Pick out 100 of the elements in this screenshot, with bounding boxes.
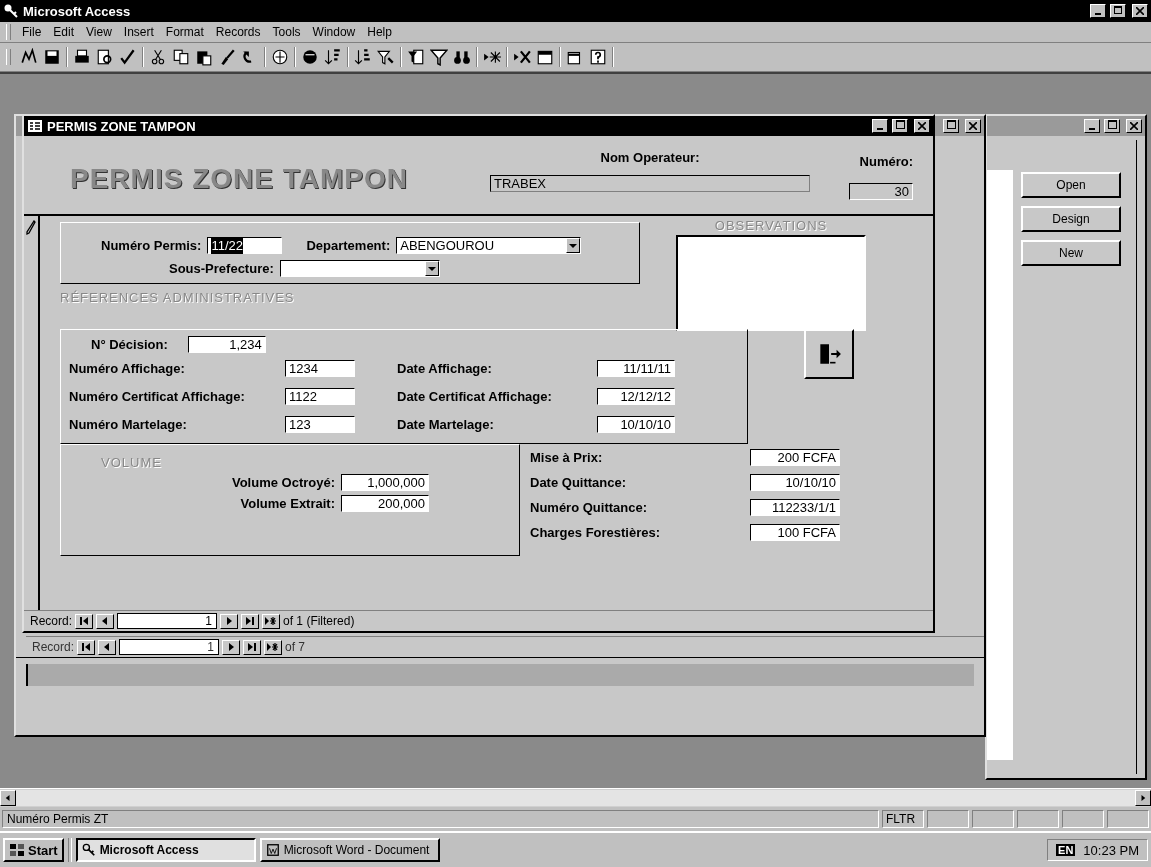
record-number-field[interactable]: 1 <box>119 639 220 655</box>
status-panel <box>1017 810 1059 828</box>
window-title: Microsoft Access <box>23 3 131 19</box>
filter-by-form-icon[interactable] <box>407 48 425 66</box>
text-field[interactable]: 1234 <box>285 359 355 377</box>
last-record-button[interactable] <box>243 639 262 655</box>
spelling-icon[interactable] <box>119 48 137 66</box>
copy-icon[interactable] <box>172 48 190 66</box>
next-record-button[interactable] <box>220 613 239 629</box>
menu-item[interactable]: Insert <box>118 24 159 40</box>
save-icon[interactable] <box>43 48 61 66</box>
menu-item[interactable]: File <box>17 24 47 40</box>
menu-item[interactable]: Format <box>160 24 209 40</box>
number-field[interactable]: 30 <box>849 183 913 200</box>
form-heading: PERMIS ZONE TAMPON <box>70 163 409 195</box>
date-field[interactable]: 10/10/10 <box>597 415 675 433</box>
command-button[interactable]: New <box>1021 240 1121 266</box>
print-icon[interactable] <box>73 48 91 66</box>
new-record-button[interactable] <box>264 639 283 655</box>
new-record-icon[interactable] <box>483 48 501 66</box>
date-field[interactable]: 11/11/11 <box>597 359 675 377</box>
section-title: VOLUME <box>101 455 163 470</box>
key-icon <box>81 843 96 857</box>
paste-icon[interactable] <box>195 48 213 66</box>
close-button[interactable] <box>1132 4 1148 18</box>
previous-record-icon <box>101 617 110 625</box>
field-label: Volume Extrait: <box>240 496 335 511</box>
close-icon <box>969 122 977 130</box>
restore-button[interactable] <box>1110 4 1126 18</box>
record-number-field[interactable]: 1 <box>117 613 218 629</box>
sub-prefecture-dropdown[interactable] <box>279 260 440 277</box>
scroll-left-button[interactable] <box>0 790 16 806</box>
status-panel <box>1107 810 1149 828</box>
funnel-icon[interactable] <box>430 48 448 66</box>
print-preview-icon[interactable] <box>96 48 114 66</box>
windows-logo-icon <box>9 842 25 858</box>
record-label: Record: <box>32 640 75 654</box>
sort-descending-icon[interactable] <box>354 48 372 66</box>
department-dropdown[interactable]: ABENGOUROU <box>396 237 582 254</box>
first-record-icon <box>82 643 91 651</box>
binoculars-icon[interactable] <box>453 48 471 66</box>
key-icon <box>3 3 19 19</box>
permit-number-field[interactable]: 11/22 <box>207 237 283 254</box>
maximize-button[interactable] <box>892 119 908 133</box>
menu-item[interactable]: Help <box>362 24 397 40</box>
first-record-button[interactable] <box>75 613 94 629</box>
window-title: PERMIS ZONE TAMPON <box>47 118 196 134</box>
text-field[interactable]: 200 FCFA <box>750 448 840 466</box>
text-field[interactable]: 10/10/10 <box>750 473 840 491</box>
menu-item[interactable]: Window <box>307 24 361 40</box>
command-button[interactable]: Open <box>1021 172 1121 198</box>
field-label: N° Décision: <box>91 337 168 352</box>
menu-item[interactable]: Records <box>210 24 266 40</box>
text-field[interactable]: 123 <box>285 415 355 433</box>
menu-item[interactable]: Tools <box>267 24 306 40</box>
right-arrow-icon <box>1140 795 1146 801</box>
minimize-button[interactable] <box>1084 119 1100 133</box>
text-field[interactable]: 100 FCFA <box>750 523 840 541</box>
exit-button[interactable] <box>804 329 854 379</box>
sort-ascending-icon[interactable] <box>324 48 342 66</box>
filter-by-selection-icon[interactable] <box>377 48 395 66</box>
command-button[interactable]: Design <box>1021 206 1121 232</box>
last-record-button[interactable] <box>241 613 260 629</box>
previous-record-icon <box>103 643 112 651</box>
minimize-button[interactable] <box>1090 4 1106 18</box>
text-field[interactable]: 1122 <box>285 387 355 405</box>
scroll-right-button[interactable] <box>1135 790 1151 806</box>
previous-record-button[interactable] <box>98 639 117 655</box>
cut-icon[interactable] <box>149 48 167 66</box>
field-label: Numéro Affichage: <box>69 360 186 376</box>
close-button[interactable] <box>914 119 930 133</box>
date-field[interactable]: 12/12/12 <box>597 387 675 405</box>
record-count: of 7 <box>285 640 306 654</box>
first-record-button[interactable] <box>77 639 96 655</box>
taskbar-button[interactable]: Microsoft Access <box>75 838 256 862</box>
field-label: Date Martelage: <box>397 416 495 432</box>
new-record-button[interactable] <box>262 613 281 629</box>
clock: 10:23 PM <box>1083 842 1139 858</box>
start-button[interactable]: Start <box>3 838 64 862</box>
database-window-icon[interactable] <box>536 48 554 66</box>
field-label: Date Quittance: <box>530 474 628 490</box>
decision-number-field[interactable]: 1,234 <box>187 336 266 353</box>
close-button[interactable] <box>1126 119 1142 133</box>
operator-field[interactable]: TRABEX <box>490 175 810 192</box>
volume-field[interactable]: 200,000 <box>341 495 429 512</box>
menu-item[interactable]: Edit <box>48 24 80 40</box>
menu-item[interactable]: View <box>81 24 117 40</box>
delete-record-icon[interactable] <box>513 48 531 66</box>
volume-field[interactable]: 1,000,000 <box>341 474 429 491</box>
help-icon[interactable] <box>589 48 607 66</box>
language-indicator[interactable]: EN <box>1056 844 1076 856</box>
minimize-button[interactable] <box>872 119 888 133</box>
text-field[interactable]: 112233/1/1 <box>750 498 840 516</box>
maximize-button[interactable] <box>1104 119 1120 133</box>
taskbar-button[interactable]: Microsoft Word - Document <box>259 838 440 862</box>
next-record-button[interactable] <box>222 639 241 655</box>
observations-field[interactable] <box>676 235 866 331</box>
close-button[interactable] <box>965 119 981 133</box>
maximize-button[interactable] <box>943 119 959 133</box>
previous-record-button[interactable] <box>96 613 115 629</box>
